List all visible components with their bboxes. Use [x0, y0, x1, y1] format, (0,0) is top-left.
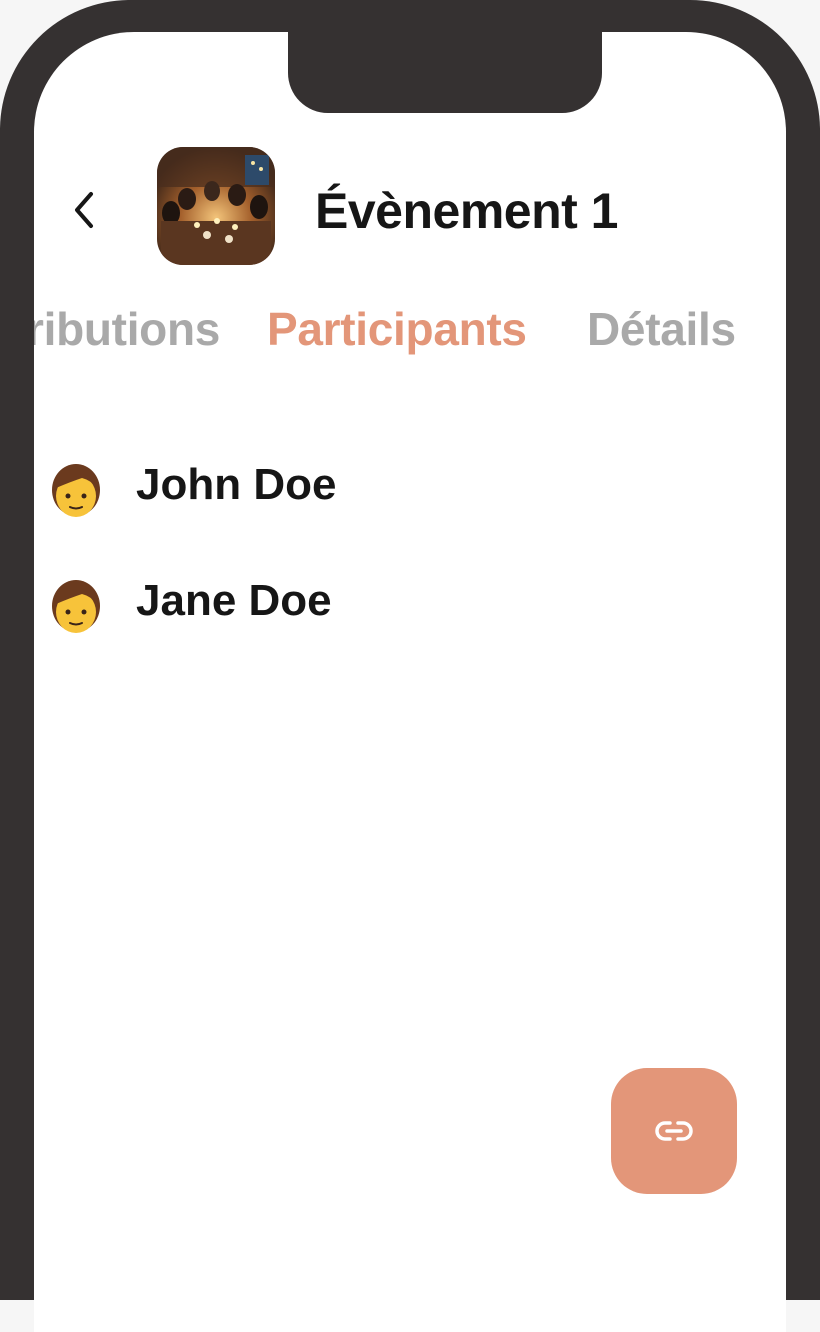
phone-frame: Évènement 1 ributions Participants Détai… [0, 0, 820, 1332]
participant-item[interactable]: John Doe [34, 448, 786, 528]
back-button[interactable] [64, 180, 104, 240]
participant-name: Jane Doe [136, 576, 332, 625]
tab-bar: ributions Participants Détails [34, 302, 786, 372]
app-screen: Évènement 1 ributions Participants Détai… [34, 32, 786, 1332]
person-emoji-icon [52, 464, 100, 517]
participant-name: John Doe [136, 460, 337, 509]
tab-contributions[interactable]: ributions [34, 302, 220, 356]
share-link-button[interactable] [611, 1068, 737, 1194]
camera-notch [288, 32, 602, 113]
person-emoji-icon [52, 580, 100, 633]
tab-details[interactable]: Détails [587, 302, 736, 356]
tab-participants[interactable]: Participants [267, 302, 527, 356]
link-icon [655, 1121, 693, 1141]
participant-item[interactable]: Jane Doe [34, 564, 786, 644]
chevron-left-icon [75, 192, 93, 228]
event-image [157, 147, 275, 265]
event-title: Évènement 1 [315, 183, 618, 239]
